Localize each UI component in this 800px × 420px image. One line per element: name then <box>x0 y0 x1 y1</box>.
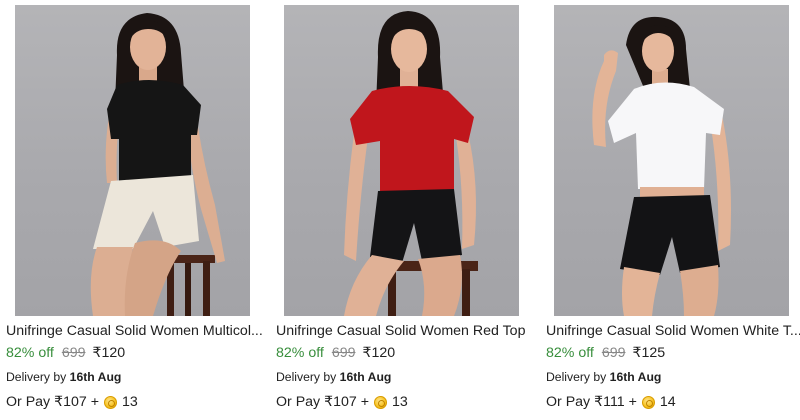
discount-label: 82% off <box>6 345 54 361</box>
pay-text: Or Pay ₹107 + <box>276 394 370 410</box>
coin-count: 13 <box>392 394 408 410</box>
pay-text: Or Pay ₹107 + <box>6 394 100 410</box>
discount-label: 82% off <box>276 345 324 361</box>
product-image[interactable] <box>554 5 789 316</box>
coin-count: 13 <box>122 394 138 410</box>
delivery-date: 16th Aug <box>69 370 122 384</box>
delivery-info: Delivery by 16th Aug <box>546 369 661 385</box>
price-row: 82% off 699 ₹125 <box>546 344 665 362</box>
product-title[interactable]: Unifringe Casual Solid Women Red Top <box>276 322 534 340</box>
pay-text: Or Pay ₹111 + <box>546 394 637 410</box>
selling-price: ₹125 <box>632 345 666 361</box>
original-price: 699 <box>61 345 86 361</box>
selling-price: ₹120 <box>92 345 126 361</box>
product-card[interactable]: Unifringe Casual Solid Women Multicol...… <box>5 0 267 420</box>
delivery-date: 16th Aug <box>609 370 662 384</box>
delivery-prefix: Delivery by <box>6 370 70 384</box>
pay-with-coins: Or Pay ₹107 + 13 <box>6 393 138 411</box>
product-image[interactable] <box>284 5 519 316</box>
supercoin-icon <box>641 395 655 409</box>
product-card[interactable]: Unifringe Casual Solid Women White T... … <box>545 0 800 420</box>
selling-price: ₹120 <box>362 345 396 361</box>
product-title[interactable]: Unifringe Casual Solid Women White T... <box>546 322 800 340</box>
delivery-prefix: Delivery by <box>276 370 340 384</box>
delivery-date: 16th Aug <box>339 370 392 384</box>
original-price: 699 <box>331 345 356 361</box>
coin-count: 14 <box>659 394 676 410</box>
price-row: 82% off 699 ₹120 <box>6 344 125 362</box>
supercoin-icon <box>374 395 388 409</box>
product-title[interactable]: Unifringe Casual Solid Women Multicol... <box>6 322 264 340</box>
original-price: 699 <box>601 345 626 361</box>
product-grid: Unifringe Casual Solid Women Multicol...… <box>0 0 800 420</box>
price-row: 82% off 699 ₹120 <box>276 344 395 362</box>
product-image[interactable] <box>15 5 250 316</box>
product-card[interactable]: Unifringe Casual Solid Women Red Top 82%… <box>275 0 537 420</box>
pay-with-coins: Or Pay ₹107 + 13 <box>276 393 408 411</box>
delivery-info: Delivery by 16th Aug <box>6 369 121 385</box>
pay-with-coins: Or Pay ₹111 + 14 <box>546 393 676 411</box>
delivery-info: Delivery by 16th Aug <box>276 369 391 385</box>
delivery-prefix: Delivery by <box>546 370 610 384</box>
discount-label: 82% off <box>546 345 594 361</box>
supercoin-icon <box>104 395 118 409</box>
